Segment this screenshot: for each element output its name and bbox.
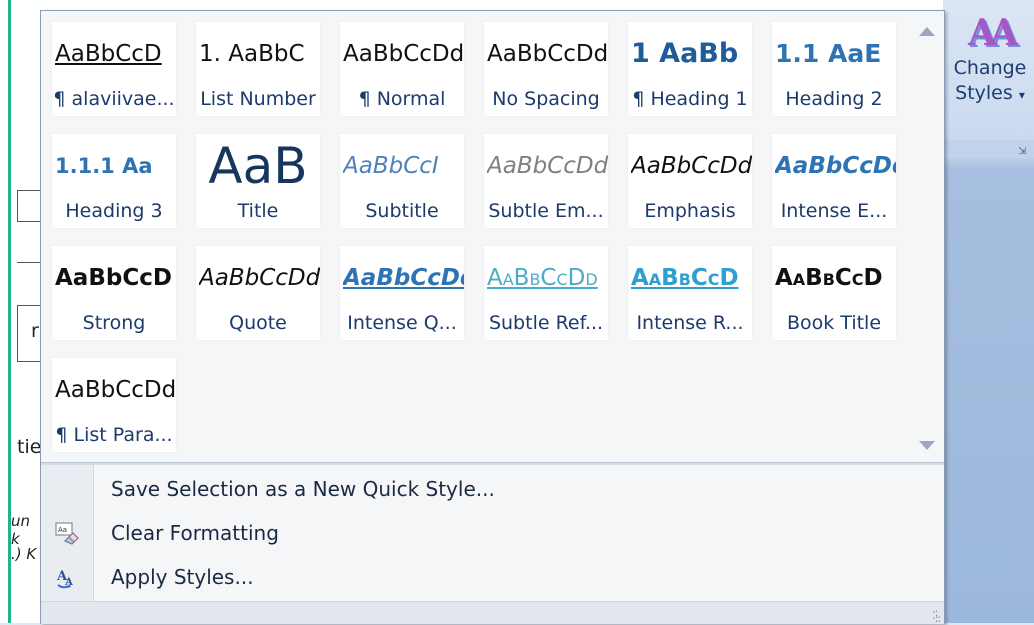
style-tile-strong[interactable]: AaBbCcD Strong [51,245,177,341]
quick-styles-gallery: AaBbCcD ¶ alaviivae... 1. AaBbC List Num… [40,10,945,624]
scroll-down-icon[interactable] [919,441,935,450]
style-sample: AaBbCcDd [487,153,608,179]
style-tile-subtle-reference[interactable]: AaBbCcDd Subtle Ref... [483,245,609,341]
style-sample: AaBbCcDd [775,153,896,179]
style-name: Strong [82,312,146,334]
style-name: ¶ Heading 1 [632,88,748,110]
style-tile-emphasis[interactable]: AaBbCcDd Emphasis [627,133,753,229]
style-name: ¶ alaviivae... [53,88,175,110]
scroll-up-icon[interactable] [919,27,935,36]
doc-fragment-r: r [31,320,39,342]
style-name: ¶ Normal [358,88,446,110]
style-name: Subtitle [365,200,439,222]
style-tile-alaviivae[interactable]: AaBbCcD ¶ alaviivae... [51,21,177,117]
style-sample: AaBbCcDd [487,265,598,291]
style-sample: AaBbCcDd [487,41,608,67]
style-tile-normal[interactable]: AaBbCcDd ¶ Normal [339,21,465,117]
resize-bar: ·: ·:: [41,601,944,624]
doc-fragment-unk: un k [11,512,31,548]
style-tile-heading-3[interactable]: 1.1.1 Aa Heading 3 [51,133,177,229]
style-tile-no-spacing[interactable]: AaBbCcDd No Spacing [483,21,609,117]
style-name: Heading 3 [65,200,163,222]
style-sample: AaB [208,138,308,194]
style-name: Subtle Ref... [488,312,604,334]
change-styles-label-1: Change [953,57,1027,79]
clear-formatting-icon: Aa [55,522,79,545]
style-tile-intense-quote[interactable]: AaBbCcDd Intense Q... [339,245,465,341]
style-name: Intense Q... [347,312,457,334]
style-tile-intense-reference[interactable]: AaBbCcD Intense R... [627,245,753,341]
change-styles-label-2: Styles ▾ [948,81,1032,108]
style-sample: AaBbCcD [631,265,739,291]
change-styles-label-2-text: Styles [955,82,1013,104]
style-name: Book Title [786,312,882,334]
save-quick-style-menu-item[interactable]: Save Selection as a New Quick Style... [41,471,944,509]
doc-fragment-tie: tie [17,436,42,458]
style-sample: AaBbCcDd [343,265,464,291]
style-name: ¶ List Para... [55,424,173,446]
style-sample: AaBbCcD [55,265,172,291]
style-tile-heading-2[interactable]: 1.1 AaE Heading 2 [771,21,897,117]
style-name: Intense R... [636,312,744,334]
style-grid: AaBbCcD ¶ alaviivae... 1. AaBbC List Num… [51,21,913,461]
style-tile-title[interactable]: AaB Title [195,133,321,229]
style-sample: AaBbCcDd [55,377,176,403]
style-name: Subtle Em... [488,200,604,222]
style-name: Title [237,200,279,222]
style-sample: 1.1 AaE [775,39,882,68]
style-name: List Number [200,88,316,110]
style-sample: AaBbCcD [775,265,883,291]
change-styles-icon: AA [968,12,1018,54]
chevron-down-icon: ▾ [1018,88,1025,102]
change-styles-button[interactable]: AA Change Styles ▾ [948,10,1032,108]
style-sample: AaBbCcI [343,153,439,179]
style-tile-book-title[interactable]: AaBbCcD Book Title [771,245,897,341]
style-name: No Spacing [492,88,600,110]
menu-separator [41,462,944,465]
apply-styles-label: Apply Styles... [111,565,254,589]
style-tile-list-number[interactable]: 1. AaBbC List Number [195,21,321,117]
document-text-fragments: r tie un k .) K [11,0,49,623]
clear-formatting-label: Clear Formatting [111,521,279,545]
resize-grip-icon[interactable]: ·: ·:: [932,607,941,624]
apply-styles-menu-item[interactable]: A A Apply Styles... [41,559,944,597]
save-quick-style-label: Save Selection as a New Quick Style... [111,477,495,501]
style-tile-quote[interactable]: AaBbCcDd Quote [195,245,321,341]
style-name: Heading 2 [785,88,883,110]
style-tile-list-paragraph[interactable]: AaBbCcDd ¶ List Para... [51,357,177,453]
style-tile-subtle-emphasis[interactable]: AaBbCcDd Subtle Em... [483,133,609,229]
apply-styles-icon: A A [56,569,73,589]
style-sample: AaBbCcDd [199,265,320,291]
doc-fragment-k: .) K [11,545,37,563]
style-sample: 1. AaBbC [199,41,305,67]
style-name: Emphasis [644,200,736,222]
style-tile-subtitle[interactable]: AaBbCcI Subtitle [339,133,465,229]
style-sample: 1 AaBb [631,38,739,69]
svg-text:Aa: Aa [58,526,67,534]
style-tile-heading-1[interactable]: 1 AaBb ¶ Heading 1 [627,21,753,117]
window-edge [0,0,11,623]
style-tile-intense-emphasis[interactable]: AaBbCcDd Intense E... [771,133,897,229]
style-sample: AaBbCcDd [343,41,464,67]
style-sample: 1.1.1 Aa [55,154,153,178]
dialog-launcher-icon[interactable]: ⇲ [1018,146,1026,157]
style-sample: AaBbCcDd [631,153,752,179]
save-quick-style-text: Save Selection as a New Quick Style... [111,477,495,501]
gallery-scrollbar[interactable] [913,19,941,459]
style-name: Intense E... [780,200,888,222]
style-sample: AaBbCcD [55,41,162,67]
style-name: Quote [229,312,287,334]
clear-formatting-menu-item[interactable]: Aa Clear Formatting [41,515,944,553]
